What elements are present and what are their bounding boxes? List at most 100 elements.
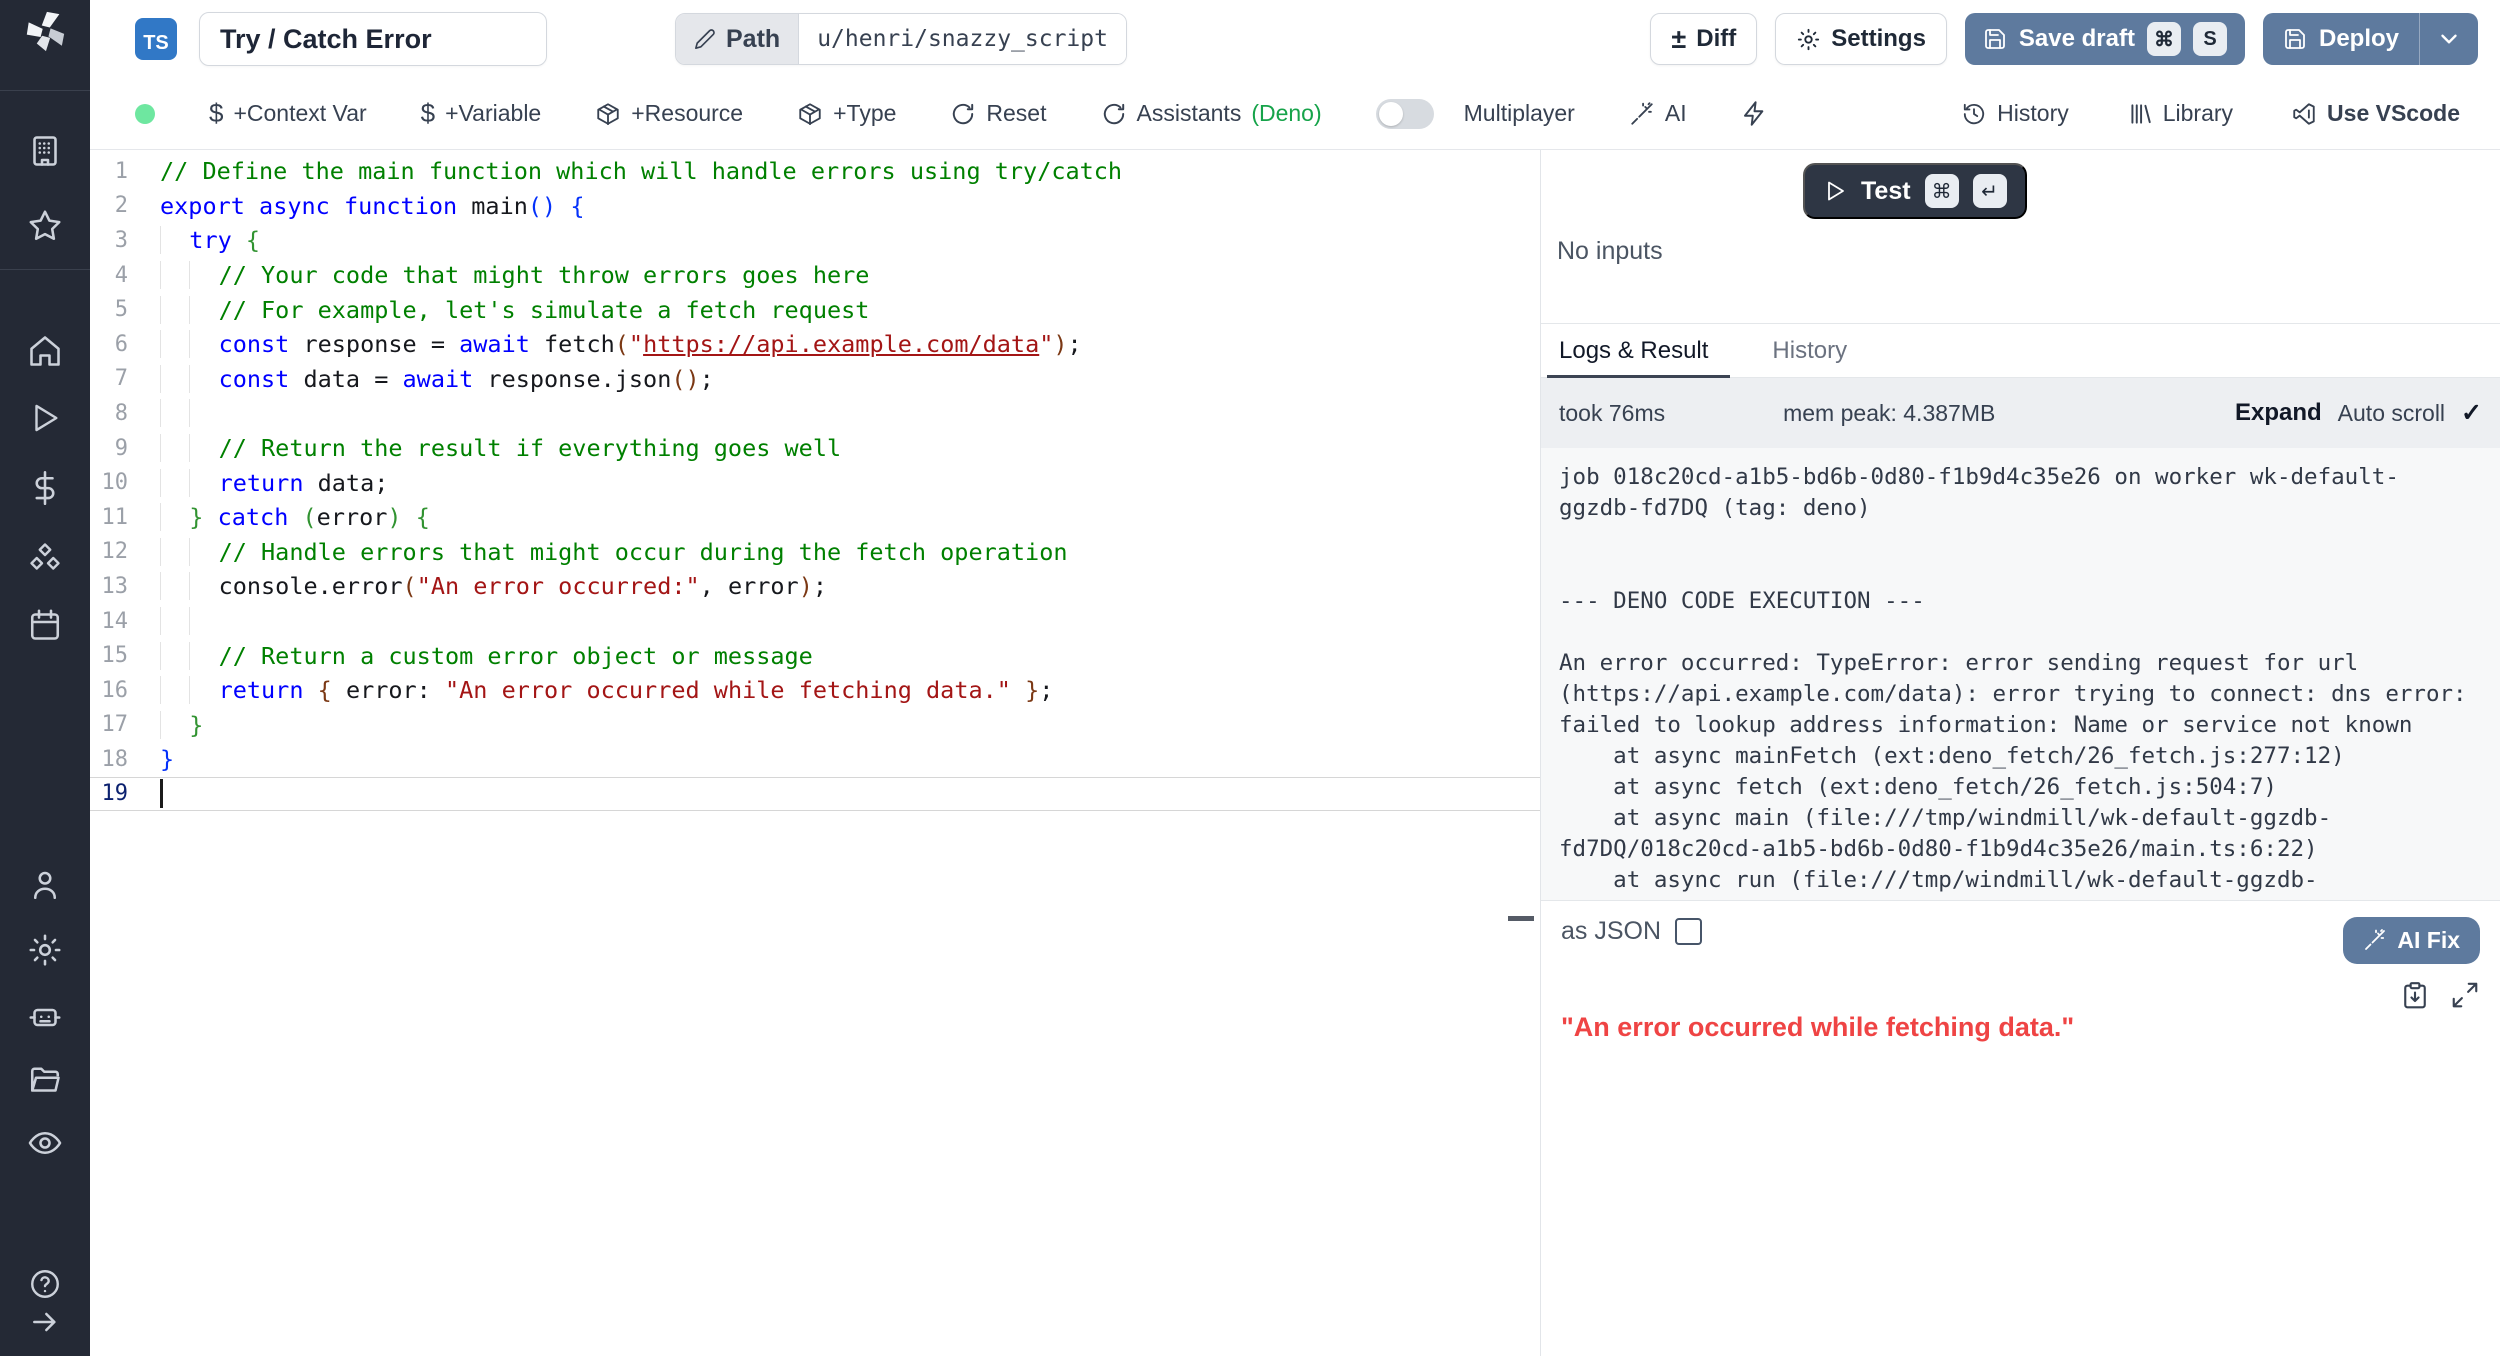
test-button[interactable]: Test ⌘ ↵ [1803,163,2027,219]
runs-play-icon[interactable] [28,401,62,435]
code-line[interactable]: 18} [90,742,1540,777]
duration-text: took 76ms [1559,400,1665,427]
add-context-var-button[interactable]: $ +Context Var [209,98,367,129]
code-line[interactable]: 6 const response = await fetch("https://… [90,327,1540,362]
deploy-menu-button[interactable] [2419,13,2478,65]
expand-logs-button[interactable]: Expand [2235,399,2322,427]
code-line[interactable]: 11 } catch (error) { [90,500,1540,535]
connection-status-dot [135,104,155,124]
save-icon [2283,27,2307,51]
code-line[interactable]: 4 // Your code that might throw errors g… [90,258,1540,293]
ai-button[interactable]: AI [1629,100,1687,127]
as-json-checkbox[interactable] [1675,918,1702,945]
script-title-input[interactable]: Try / Catch Error [199,12,547,66]
refresh-icon [950,101,976,127]
tab-logs-result[interactable]: Logs & Result [1555,324,1712,377]
favorites-star-icon[interactable] [27,208,63,244]
code-line[interactable]: 14 [90,604,1540,639]
copy-result-icon[interactable] [2400,980,2430,1010]
path-label: Path [726,25,780,54]
line-number: 11 [90,505,128,530]
code-line[interactable]: 7 const data = await response.json(); [90,362,1540,397]
collapse-arrow-icon[interactable] [29,1306,61,1338]
autoscroll-checkmark-icon[interactable]: ✓ [2461,398,2482,428]
add-type-button[interactable]: +Type [797,100,896,127]
enter-key-badge: ↵ [1973,174,2007,208]
code-line[interactable]: 12 // Handle errors that might occur dur… [90,535,1540,570]
autoscroll-label[interactable]: Auto scroll [2338,400,2445,427]
result-tabs: Logs & Result History [1541,323,2500,378]
windmill-logo-icon[interactable] [22,8,68,59]
topbar: TS Try / Catch Error Path u/henri/snazzy… [90,0,2500,78]
line-number: 4 [90,263,128,288]
schedules-calendar-icon[interactable] [27,607,63,643]
code-line[interactable]: 1// Define the main function which will … [90,154,1540,189]
code-line[interactable]: 5 // For example, let's simulate a fetch… [90,292,1540,327]
code-line[interactable]: 10 return data; [90,465,1540,500]
multiplayer-toggle[interactable] [1376,99,1434,129]
line-number: 8 [90,401,128,426]
line-number: 17 [90,712,128,737]
code-line[interactable]: 8 [90,396,1540,431]
history-button[interactable]: History [1961,100,2069,127]
reset-button[interactable]: Reset [950,100,1046,127]
editor-toolbar: $ +Context Var $ +Variable +Resource +Ty… [90,78,2500,150]
library-button[interactable]: Library [2127,100,2233,127]
workspace-building-icon[interactable] [27,133,63,169]
ai-fix-button[interactable]: AI Fix [2343,917,2480,964]
gear-icon [1796,27,1821,52]
toggle-knob [1379,102,1403,126]
code-line[interactable]: 3 try { [90,223,1540,258]
settings-gear-icon[interactable] [27,932,63,968]
code-line[interactable]: 9 // Return the result if everything goe… [90,431,1540,466]
save-draft-button[interactable]: Save draft ⌘ S [1965,13,2245,65]
typescript-badge: TS [135,18,177,60]
diff-button[interactable]: ± Diff [1650,13,1757,65]
audit-eye-icon[interactable] [27,1125,63,1161]
job-logs[interactable]: job 018c20cd-a1b5-bd6b-0d80-f1b9d4c35e26… [1541,448,2500,900]
variables-dollar-icon[interactable] [27,470,63,506]
history-clock-icon [1961,101,1987,127]
add-variable-label: +Variable [445,100,541,127]
package-icon [595,101,621,127]
deploy-button[interactable]: Deploy [2263,13,2419,65]
folders-icon[interactable] [27,1062,63,1098]
code-line[interactable]: 17 } [90,708,1540,743]
add-type-label: +Type [833,100,896,127]
code-line[interactable]: 19 [90,777,1540,812]
chevron-down-icon [2436,26,2462,52]
code-editor[interactable]: 1// Define the main function which will … [90,150,1540,1356]
add-variable-button[interactable]: $ +Variable [421,98,542,129]
help-icon[interactable] [28,1267,62,1301]
add-resource-button[interactable]: +Resource [595,100,743,127]
multiplayer-label: Multiplayer [1464,100,1575,127]
code-line[interactable]: 16 return { error: "An error occurred wh… [90,673,1540,708]
path-edit-button[interactable]: Path [676,14,799,64]
settings-button[interactable]: Settings [1775,13,1947,65]
instant-preview-button[interactable] [1741,100,1768,127]
line-number: 16 [90,678,128,703]
settings-label: Settings [1831,25,1926,53]
package-icon [797,101,823,127]
code-lines: 1// Define the main function which will … [90,154,1540,811]
toolbar-left: $ +Context Var $ +Variable +Resource +Ty… [135,98,1768,129]
dollar-icon: $ [421,98,435,129]
tab-history[interactable]: History [1768,324,1851,377]
path-group[interactable]: Path u/henri/snazzy_script [675,13,1127,65]
s-key-badge: S [2193,22,2227,56]
expand-result-icon[interactable] [2450,980,2480,1010]
use-vscode-button[interactable]: Use VScode [2291,100,2460,127]
line-number: 18 [90,747,128,772]
code-line[interactable]: 2export async function main() { [90,189,1540,224]
code-line[interactable]: 13 console.error("An error occurred:", e… [90,569,1540,604]
assistants-button[interactable]: Assistants (Deno) [1101,100,1322,127]
workers-robot-icon[interactable] [27,998,63,1034]
users-person-icon[interactable] [27,867,63,903]
run-stats-bar: took 76ms mem peak: 4.387MB Expand Auto … [1541,378,2500,448]
home-icon[interactable] [27,333,63,369]
line-number: 3 [90,228,128,253]
path-value[interactable]: u/henri/snazzy_script [799,14,1126,64]
resources-boxes-icon[interactable] [27,540,63,576]
line-number: 14 [90,609,128,634]
code-line[interactable]: 15 // Return a custom error object or me… [90,638,1540,673]
